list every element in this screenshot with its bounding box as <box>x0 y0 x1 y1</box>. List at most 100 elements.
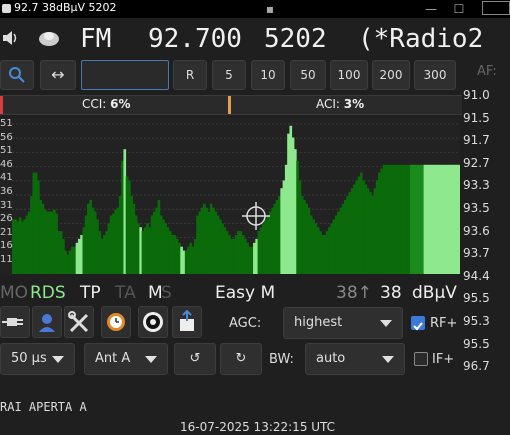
aci-label: ACI: <box>316 97 340 111</box>
ms-speech-indicator: S <box>161 283 172 303</box>
deemphasis-select[interactable]: 50 µs <box>0 343 75 375</box>
reset-button[interactable]: R <box>173 60 207 90</box>
spectrum-bar <box>46 211 49 274</box>
antenna-select[interactable]: Ant A <box>84 343 168 375</box>
title-center-mark: ▪ <box>265 2 275 16</box>
bw-label: BW: <box>269 352 294 367</box>
connection-button[interactable] <box>0 306 30 338</box>
clock-button[interactable] <box>101 306 131 338</box>
rotate-left-button[interactable]: ↺ <box>174 343 216 375</box>
spectrum-bar <box>434 164 438 274</box>
spectrum-bar <box>457 164 460 274</box>
af-item[interactable]: 94.4 <box>463 269 490 283</box>
step-50-button[interactable]: 50 <box>290 60 326 90</box>
user-icon <box>39 314 55 332</box>
af-item[interactable]: 96.7 <box>463 359 490 373</box>
spectrum-bar <box>287 133 290 274</box>
spectrum-bar <box>18 217 22 274</box>
tp-indicator: TP <box>80 283 101 303</box>
spectrum-bar <box>98 231 102 274</box>
af-item[interactable]: 95.3 <box>463 314 490 328</box>
af-item[interactable]: 91.0 <box>463 88 490 102</box>
minimize-button[interactable]: — <box>416 0 446 18</box>
frequency-input[interactable] <box>81 60 169 90</box>
spectrum-bar <box>312 219 315 274</box>
chevron-down-icon <box>380 320 392 327</box>
radiotext: RAI APERTA A <box>0 400 87 414</box>
spectrum-bar <box>75 242 79 274</box>
speaker-icon[interactable] <box>2 30 18 46</box>
spectrum-bar <box>359 172 363 274</box>
spectrum-bar <box>278 196 281 274</box>
user-button[interactable] <box>32 306 62 338</box>
band-label: FM <box>80 24 112 54</box>
spectrum-bar <box>266 215 270 274</box>
spectrum-bar <box>87 203 90 274</box>
rotate-left-icon: ↺ <box>189 351 201 366</box>
rf-label: RF+ <box>430 316 458 331</box>
spectrum-bar <box>171 235 174 274</box>
spectrum-bar <box>175 238 179 274</box>
window-title: 92.7 38dBµV 5202 <box>14 1 117 14</box>
maximize-button[interactable]: ☐ <box>444 0 474 18</box>
search-button[interactable] <box>0 60 34 90</box>
spectrum-bar <box>419 164 422 274</box>
eye-button[interactable] <box>138 306 168 338</box>
spectrum-bar <box>268 211 272 274</box>
mode-label: Easy M <box>215 283 276 303</box>
spectrum-bar <box>109 215 113 274</box>
spectrum-bar <box>362 180 365 274</box>
af-item[interactable]: 91.7 <box>463 133 490 147</box>
eye-icon <box>143 312 163 332</box>
close-button[interactable] <box>482 1 510 15</box>
spectrum-bar <box>68 250 72 274</box>
spectrum-plot[interactable] <box>0 118 460 274</box>
app-icon <box>2 4 11 13</box>
if-checkbox[interactable] <box>414 352 428 366</box>
spectrum-bar <box>102 235 106 274</box>
af-item[interactable]: 95.5 <box>463 291 490 305</box>
af-item[interactable]: 93.5 <box>463 201 490 215</box>
af-item[interactable]: 93.3 <box>463 178 490 192</box>
frequency-display[interactable]: 92.700 <box>148 22 242 56</box>
spectrum-bar <box>309 215 313 274</box>
rotate-right-button[interactable]: ↻ <box>220 343 262 375</box>
spectrum-bar <box>339 207 343 274</box>
spectrum-bar <box>77 238 81 274</box>
af-item[interactable]: 91.5 <box>463 111 490 125</box>
scan-range-button[interactable]: ↔ <box>40 60 76 90</box>
tools-button[interactable] <box>64 306 94 338</box>
export-button[interactable] <box>172 306 202 338</box>
af-item[interactable]: 93.7 <box>463 246 490 260</box>
af-item[interactable]: 93.6 <box>463 224 490 238</box>
spectrum-bar <box>112 213 115 274</box>
antenna-value: Ant A <box>95 351 131 366</box>
step-300-button[interactable]: 300 <box>414 60 456 90</box>
spectrum-bar <box>314 223 318 274</box>
agc-select[interactable]: highest <box>283 307 403 339</box>
spectrum-bar <box>39 199 42 274</box>
spectrum-bar <box>148 227 152 274</box>
spectrum-bar <box>80 235 83 274</box>
step-200-button[interactable]: 200 <box>372 60 410 90</box>
spectrum-bar <box>105 231 108 274</box>
step-100-button[interactable]: 100 <box>330 60 368 90</box>
spectrum-bar <box>321 235 324 274</box>
af-item[interactable]: 92.7 <box>463 156 490 170</box>
rf-checkbox[interactable] <box>411 316 425 331</box>
step-5-button[interactable]: 5 <box>212 60 246 90</box>
spectrum-bar <box>223 227 227 274</box>
spectrum-bar <box>137 223 140 274</box>
spectrum-bar <box>32 172 36 274</box>
chevron-down-icon <box>145 356 157 363</box>
af-item[interactable]: 95.5 <box>463 337 490 351</box>
spectrum-bar <box>421 164 425 274</box>
spectrum-bar <box>164 223 168 274</box>
spectrum-bar <box>441 164 445 274</box>
step-10-button[interactable]: 10 <box>251 60 285 90</box>
y-tick-label: 11 <box>0 254 13 265</box>
spectrum-bar <box>180 246 183 274</box>
spectrum-bar <box>430 164 434 274</box>
bandwidth-select[interactable]: auto <box>305 343 405 375</box>
spectrum-bar <box>166 227 170 274</box>
